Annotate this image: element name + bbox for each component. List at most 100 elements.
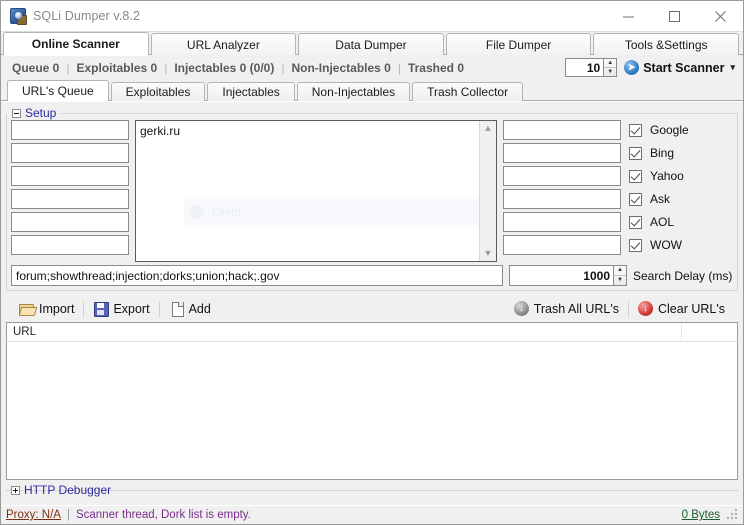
- url-list-view[interactable]: URL: [6, 322, 738, 480]
- http-debugger-title: HTTP Debugger: [24, 483, 111, 497]
- clear-urls-button[interactable]: ↓ Clear URL's: [629, 298, 734, 320]
- resize-grip-icon[interactable]: [727, 509, 739, 521]
- checkbox-yahoo[interactable]: [629, 170, 642, 183]
- http-debugger-expand-toggle[interactable]: [11, 486, 20, 495]
- checkbox-ask[interactable]: [629, 193, 642, 206]
- dork-list-textarea[interactable]: gerki.ru Окно ▲ ▼: [135, 120, 497, 262]
- circular-arrow-icon: ➤: [624, 60, 639, 75]
- engine-row: Ask: [503, 189, 733, 209]
- checkbox-google[interactable]: [629, 124, 642, 137]
- subtab-label: Non-Injectables: [312, 85, 395, 99]
- start-scanner-button[interactable]: ➤ Start Scanner ▾: [622, 58, 741, 78]
- trash-all-urls-label: Trash All URL's: [534, 302, 619, 316]
- search-delay-down-icon[interactable]: ▼: [614, 276, 626, 286]
- subtab-label: URL's Queue: [22, 84, 94, 98]
- tab-label: File Dumper: [486, 38, 551, 52]
- maximize-button[interactable]: [651, 1, 697, 32]
- start-scanner-label: Start Scanner: [643, 61, 724, 75]
- dork-list-scrollbar[interactable]: ▲ ▼: [479, 121, 496, 261]
- engine-input-ask[interactable]: [503, 189, 621, 209]
- export-button[interactable]: Export: [84, 298, 158, 320]
- proxy-status[interactable]: Proxy: N/A: [6, 509, 61, 521]
- trash-all-urls-button[interactable]: ↓ Trash All URL's: [505, 298, 628, 320]
- engine-input-wow[interactable]: [503, 235, 621, 255]
- subtab-urls-queue[interactable]: URL's Queue: [7, 80, 109, 101]
- setup-collapse-toggle[interactable]: [12, 109, 21, 118]
- engine-input-bing[interactable]: [503, 143, 621, 163]
- tab-tools-settings[interactable]: Tools &Settings: [593, 33, 739, 55]
- engine-label-ask: Ask: [650, 192, 670, 206]
- subtab-exploitables[interactable]: Exploitables: [111, 82, 206, 101]
- column-header-extra[interactable]: [682, 323, 737, 342]
- thread-count-down-icon[interactable]: ▼: [604, 68, 616, 77]
- minimize-button[interactable]: [605, 1, 651, 32]
- setup-input-1[interactable]: [11, 120, 129, 140]
- bytes-counter[interactable]: 0 Bytes: [682, 509, 720, 521]
- setup-input-2[interactable]: [11, 143, 129, 163]
- checkbox-wow[interactable]: [629, 239, 642, 252]
- background-watermark: Окно: [184, 199, 484, 225]
- new-page-icon: [169, 301, 184, 316]
- tab-url-analyzer[interactable]: URL Analyzer: [151, 33, 297, 55]
- subtab-label: Exploitables: [126, 85, 191, 99]
- tab-label: Tools &Settings: [625, 38, 708, 52]
- import-label: Import: [39, 302, 74, 316]
- tab-file-dumper[interactable]: File Dumper: [446, 33, 592, 55]
- add-button[interactable]: Add: [160, 298, 220, 320]
- thread-count-spin-buttons[interactable]: ▲ ▼: [603, 58, 617, 77]
- checkbox-aol[interactable]: [629, 216, 642, 229]
- url-toolbar: Import Export Add ↓ Trash All URL's ↓ Cl…: [6, 295, 738, 322]
- setup-input-3[interactable]: [11, 166, 129, 186]
- thread-count-stepper[interactable]: 10 ▲ ▼: [565, 58, 617, 77]
- search-delay-spin-buttons[interactable]: ▲ ▼: [613, 265, 627, 286]
- checkbox-bing[interactable]: [629, 147, 642, 160]
- counter-non-injectables: Non-Injectables 0: [284, 61, 397, 75]
- chevron-down-icon[interactable]: ▾: [730, 62, 735, 73]
- subtab-label: Injectables: [222, 85, 279, 99]
- engine-row: Google: [503, 120, 733, 140]
- engine-input-yahoo[interactable]: [503, 166, 621, 186]
- search-delay-up-icon[interactable]: ▲: [614, 266, 626, 276]
- search-delay-input[interactable]: 1000: [509, 265, 613, 286]
- down-arrow-gray-icon: ↓: [514, 301, 529, 316]
- subtab-injectables[interactable]: Injectables: [207, 82, 294, 101]
- close-button[interactable]: [697, 1, 743, 32]
- setup-left-inputs: [11, 120, 129, 262]
- counter-injectables: Injectables 0 (0/0): [167, 61, 281, 75]
- dork-keywords-input[interactable]: forum;showthread;injection;dorks;union;h…: [11, 265, 503, 286]
- group-divider-line: [115, 490, 738, 491]
- setup-group: Setup gerki.ru Ок: [6, 114, 738, 291]
- tab-label: Online Scanner: [32, 37, 120, 51]
- engine-label-bing: Bing: [650, 146, 674, 160]
- setup-input-6[interactable]: [11, 235, 129, 255]
- thread-count-input[interactable]: 10: [565, 58, 603, 77]
- tab-online-scanner[interactable]: Online Scanner: [3, 32, 149, 55]
- engine-row: Yahoo: [503, 166, 733, 186]
- import-button[interactable]: Import: [10, 298, 83, 320]
- engine-label-google: Google: [650, 123, 689, 137]
- engine-input-aol[interactable]: [503, 212, 621, 232]
- status-bar: Proxy: N/A | Scanner thread, Dork list i…: [1, 505, 743, 524]
- setup-input-5[interactable]: [11, 212, 129, 232]
- engine-input-google[interactable]: [503, 120, 621, 140]
- subtab-trash-collector[interactable]: Trash Collector: [412, 82, 523, 101]
- url-list-body[interactable]: [7, 342, 737, 479]
- column-header-url[interactable]: URL: [7, 323, 682, 342]
- subtab-non-injectables[interactable]: Non-Injectables: [297, 82, 410, 101]
- tab-label: Data Dumper: [335, 38, 406, 52]
- search-delay-stepper[interactable]: 1000 ▲ ▼: [509, 265, 627, 286]
- engine-row: WOW: [503, 235, 733, 255]
- tab-data-dumper[interactable]: Data Dumper: [298, 33, 444, 55]
- scroll-up-icon[interactable]: ▲: [484, 121, 493, 136]
- counter-queue: Queue 0: [5, 61, 66, 75]
- scroll-down-icon[interactable]: ▼: [484, 246, 493, 261]
- setup-group-title: Setup: [25, 106, 56, 120]
- engine-label-aol: AOL: [650, 215, 674, 229]
- dork-settings-row: forum;showthread;injection;dorks;union;h…: [11, 265, 733, 286]
- watermark-text: Окно: [212, 205, 241, 219]
- title-bar: SQLi Dumper v.8.2: [1, 1, 743, 32]
- setup-input-4[interactable]: [11, 189, 129, 209]
- thread-count-up-icon[interactable]: ▲: [604, 59, 616, 68]
- app-icon: [10, 8, 26, 24]
- floppy-save-icon: [93, 301, 108, 316]
